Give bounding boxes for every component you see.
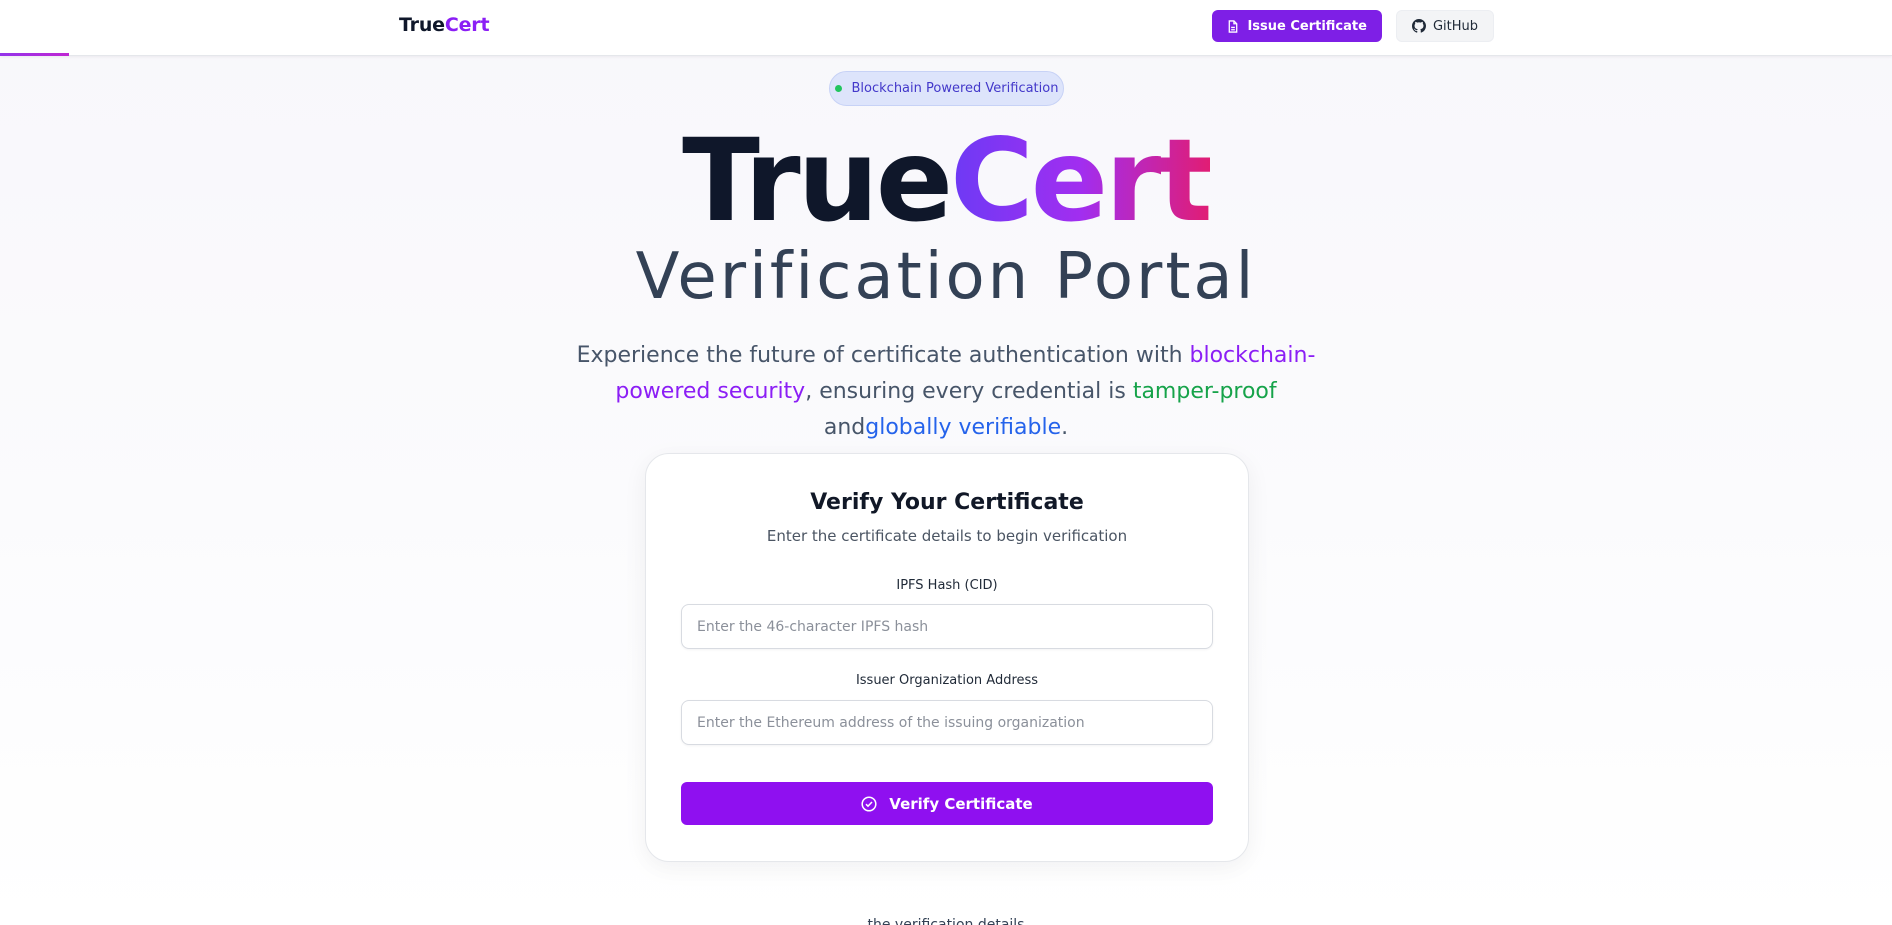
brand-logo[interactable]: TrueCert [399, 14, 490, 36]
lede-highlight-tamper-proof: tamper-proof [1132, 379, 1277, 404]
hero-description: Experience the future of certificate aut… [566, 338, 1326, 446]
hero-title-part1: True [682, 114, 953, 247]
hero-subtitle: Verification Portal [635, 240, 1257, 314]
issue-certificate-label: Issue Certificate [1247, 18, 1367, 34]
hero-title-part2: Cert [950, 114, 1213, 247]
status-badge: Blockchain Powered Verification [829, 71, 1064, 106]
ipfs-hash-label: IPFS Hash (CID) [896, 578, 998, 593]
issuer-address-label: Issuer Organization Address [855, 673, 1039, 688]
github-button[interactable]: GitHub [1395, 10, 1494, 42]
hero-title: TrueCert [0, 116, 1892, 246]
issue-certificate-button[interactable]: Issue Certificate [1212, 10, 1382, 42]
status-dot-icon [834, 85, 842, 92]
lede-text-3: and [823, 415, 866, 440]
lede-highlight-globally-verifiable: globally verifiable [865, 415, 1062, 440]
issuer-address-input[interactable] [681, 700, 1213, 745]
lede-text-4: . [1061, 415, 1069, 440]
card-subtitle: Enter the certificate details to begin v… [766, 527, 1128, 545]
document-icon [1229, 19, 1238, 33]
status-badge-label: Blockchain Powered Verification [851, 81, 1059, 96]
below-fold-text: ... the verification details ... [849, 917, 1043, 925]
ipfs-hash-input[interactable] [681, 604, 1213, 649]
brand-logo-part1: True [399, 14, 445, 36]
lede-text-2: , ensuring every credential is [805, 379, 1133, 404]
github-icon [1411, 19, 1426, 33]
check-circle-icon [861, 795, 877, 812]
verify-certificate-label: Verify Certificate [889, 794, 1033, 813]
nav-actions: Issue Certificate GitHub [1212, 10, 1494, 42]
top-nav-bar: TrueCert Issue Certificate GitHub [0, 0, 1892, 56]
verify-form-card: Verify Your Certificate Enter the certif… [645, 453, 1249, 862]
github-label: GitHub [1432, 18, 1478, 34]
lede-text-1: Experience the future of certificate aut… [576, 343, 1190, 368]
brand-logo-part2: Cert [444, 14, 490, 36]
card-title: Verify Your Certificate [810, 490, 1084, 515]
scroll-progress-bar [0, 53, 69, 56]
verify-certificate-button[interactable]: Verify Certificate [681, 782, 1213, 825]
